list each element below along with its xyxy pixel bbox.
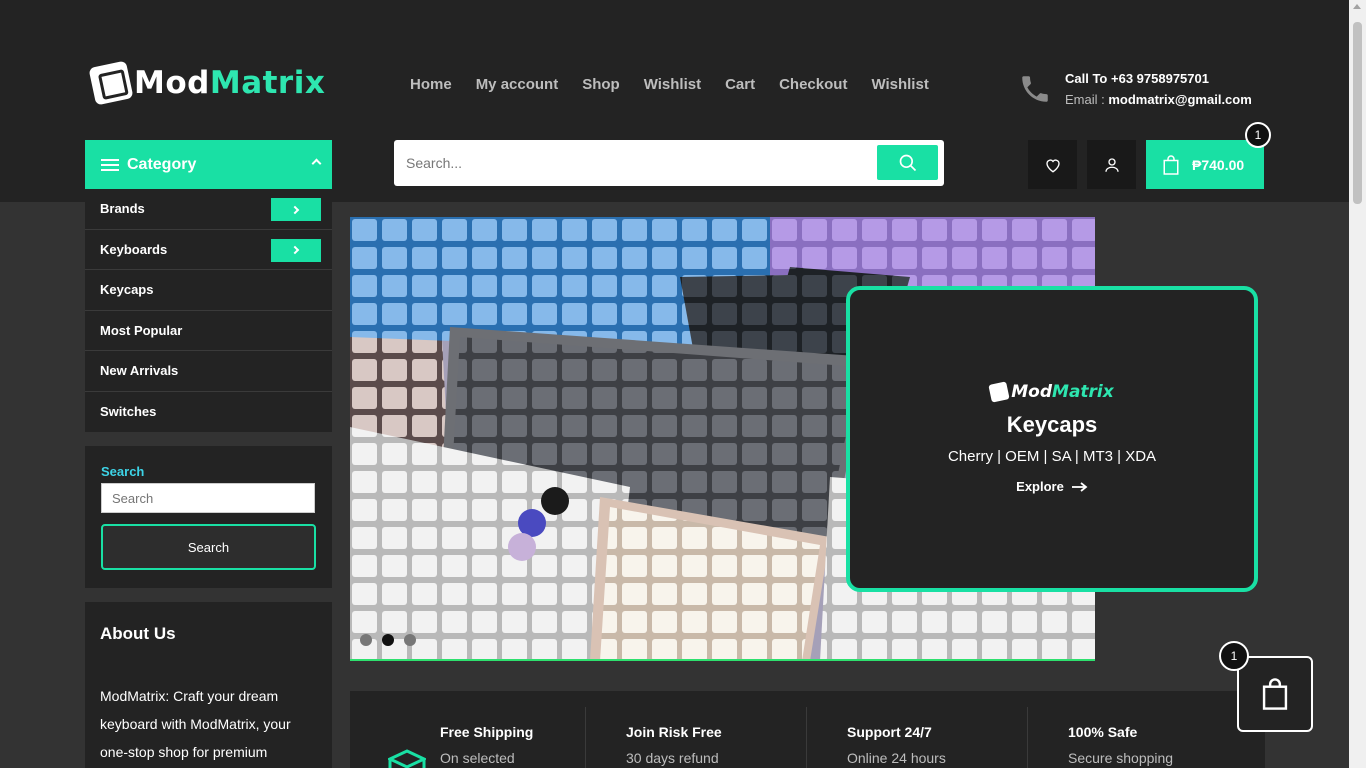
feature-subtitle: On selected	[440, 750, 515, 766]
scroll-up-icon[interactable]	[1353, 4, 1361, 9]
header-search	[394, 140, 944, 186]
promo-card: Mod Matrix Keycaps Cherry | OEM | SA | MT…	[846, 286, 1258, 592]
menu-icon	[101, 156, 119, 174]
search-button[interactable]	[877, 145, 938, 180]
category-item-switches[interactable]: Switches	[85, 392, 332, 433]
about-title: About Us	[100, 624, 176, 643]
phone-number[interactable]: +63 9758975701	[1111, 71, 1209, 86]
about-text: ModMatrix: Craft your dream keyboard wit…	[100, 688, 291, 760]
floating-cart-badge: 1	[1219, 641, 1249, 671]
category-list: Brands Keyboards Keycaps Most Popular Ne…	[85, 189, 332, 432]
phone-icon	[1022, 76, 1048, 102]
nav-shop[interactable]: Shop	[582, 76, 620, 93]
nav-checkout[interactable]: Checkout	[779, 76, 847, 93]
feature-safe: 100% Safe Secure shopping	[1028, 707, 1258, 768]
page-scrollbar[interactable]	[1349, 0, 1366, 768]
category-item-label: New Arrivals	[100, 363, 179, 379]
sidebar-search-input[interactable]	[101, 483, 315, 513]
nav-home[interactable]: Home	[410, 76, 452, 93]
main-nav: Home My account Shop Wishlist Cart Check…	[410, 76, 929, 93]
feature-title: Free Shipping	[440, 724, 534, 740]
category-item-most-popular[interactable]: Most Popular	[85, 311, 332, 351]
email-label: Email :	[1065, 92, 1105, 107]
feature-subtitle: Online 24 hours	[847, 750, 946, 766]
logo-icon	[88, 60, 134, 106]
category-item-brands[interactable]: Brands	[85, 189, 332, 230]
promo-title: Keycaps	[1006, 412, 1098, 437]
search-icon	[899, 154, 916, 171]
call-label: Call To	[1065, 71, 1108, 86]
contact-info: Call To +63 9758975701 Email : modmatrix…	[1018, 68, 1252, 110]
chevron-up-icon	[311, 158, 322, 169]
shipping-box-icon	[388, 749, 426, 768]
feature-title: Join Risk Free	[626, 724, 722, 740]
promo-types: Cherry | OEM | SA | MT3 | XDA	[947, 448, 1157, 465]
nav-wishlist[interactable]: Wishlist	[644, 76, 701, 93]
nav-cart[interactable]: Cart	[725, 76, 755, 93]
feature-subtitle: 30 days refund	[626, 750, 719, 766]
logo-icon	[988, 381, 1010, 403]
chevron-right-icon	[290, 205, 300, 214]
bag-icon	[1262, 678, 1288, 710]
nav-my-account[interactable]: My account	[476, 76, 559, 93]
slider-dot[interactable]	[360, 634, 372, 646]
slider-dots	[360, 634, 416, 646]
email-address[interactable]: modmatrix@gmail.com	[1108, 92, 1251, 107]
sidebar-search-widget: Search Search	[85, 446, 332, 588]
wishlist-button[interactable]	[1028, 140, 1077, 189]
expand-button[interactable]	[271, 198, 321, 221]
search-input[interactable]	[406, 148, 866, 178]
bag-icon	[1163, 154, 1179, 175]
heart-icon	[1045, 158, 1060, 173]
feature-support: Support 24/7 Online 24 hours	[807, 707, 1028, 768]
explore-link[interactable]: Explore	[1016, 479, 1088, 494]
cart-total: ₱740.00	[1192, 156, 1245, 173]
category-title: Category	[127, 155, 197, 173]
about-widget: About Us ModMatrix: Craft your dream key…	[85, 602, 332, 768]
features-bar: Free Shipping On selected Join Risk Free 3…	[350, 691, 1265, 768]
cart-button[interactable]: ₱740.00	[1146, 140, 1264, 189]
floating-cart-button[interactable]	[1237, 656, 1313, 732]
arrow-right-icon	[1071, 481, 1088, 492]
chevron-right-icon	[290, 245, 300, 255]
slider-dot[interactable]	[404, 634, 416, 646]
logo-text: ModMatrix	[134, 65, 326, 101]
category-item-label: Brands	[100, 201, 145, 217]
category-item-new-arrivals[interactable]: New Arrivals	[85, 351, 332, 392]
category-item-label: Keyboards	[100, 241, 168, 257]
sidebar-search-button[interactable]: Search	[101, 524, 316, 570]
feature-risk-free: Join Risk Free 30 days refund	[586, 707, 807, 768]
feature-title: 100% Safe	[1068, 724, 1138, 740]
expand-button[interactable]	[271, 238, 321, 262]
slider-dot-active[interactable]	[382, 634, 394, 646]
nav-wishlist-2[interactable]: Wishlist	[871, 76, 928, 93]
feature-title: Support 24/7	[847, 724, 932, 740]
user-icon	[1104, 157, 1119, 172]
category-toggle-button[interactable]: Category	[85, 140, 332, 189]
category-item-keycaps[interactable]: Keycaps	[85, 270, 332, 311]
feature-subtitle: Secure shopping	[1068, 750, 1174, 766]
promo-logo: Mod Matrix	[988, 381, 1114, 403]
category-item-keyboards[interactable]: Keyboards	[85, 230, 332, 270]
site-logo[interactable]: ModMatrix	[88, 60, 326, 106]
category-item-label: Most Popular	[100, 322, 183, 338]
feature-free-shipping: Free Shipping On selected	[440, 707, 586, 768]
category-item-label: Keycaps	[100, 282, 154, 298]
category-item-label: Switches	[100, 404, 157, 420]
sidebar-search-label: Search	[101, 464, 145, 479]
cart-count-badge: 1	[1245, 122, 1271, 148]
account-button[interactable]	[1087, 140, 1136, 189]
scroll-thumb[interactable]	[1353, 22, 1362, 204]
